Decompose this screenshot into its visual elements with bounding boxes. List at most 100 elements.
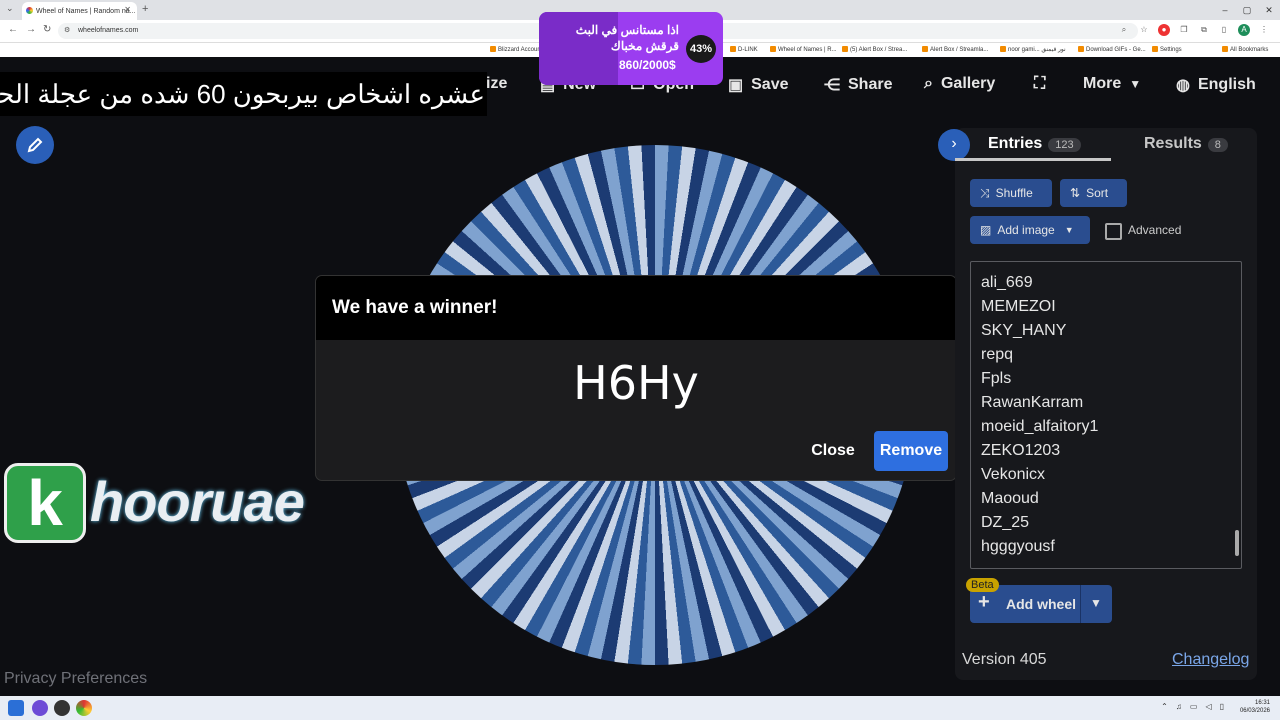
bookmark-item[interactable]: Wheel of Names | R... [770,46,837,53]
donation-percent-badge: 43% [686,35,716,63]
chevron-right-icon: › [951,135,957,152]
window-controls: – ▢ ✕ [1214,0,1280,20]
tab-results[interactable]: Results 8 [1144,135,1228,153]
new-tab-icon[interactable]: + [142,3,148,15]
customize-button[interactable]: ize [486,75,507,93]
bookmark-item[interactable]: D-LINK [730,46,758,53]
chevron-down-icon: ▼ [1129,77,1142,91]
chrome-icon[interactable] [76,700,92,716]
bookmark-item[interactable]: Download GIFs - Ge... [1078,46,1146,53]
save-button[interactable]: ▣ Save [728,75,789,95]
share-button[interactable]: ⋲ Share [824,75,892,95]
close-tab-icon[interactable]: ✕ [124,5,131,14]
battery-icon[interactable]: ▯ [1220,702,1224,711]
add-wheel-label: Add wheel [1006,596,1077,612]
back-icon[interactable]: ← [8,24,18,35]
close-window-icon[interactable]: ✕ [1258,0,1280,20]
donation-line1: اذا مستانس في البث [575,23,679,37]
winner-dialog: We have a winner! H6Hy Close Remove [316,276,956,480]
tab-entries[interactable]: Entries 123 [988,135,1081,153]
extension-red-icon[interactable]: ● [1158,24,1170,36]
stream-overlay-title: عشره اشخاص بيربحون 60 شده من عجلة الحظ [0,72,487,116]
clock-date: 06/03/2026 [1239,708,1270,714]
language-button[interactable]: ◍ English [1176,75,1256,95]
minimize-icon[interactable]: – [1214,0,1236,20]
maximize-icon[interactable]: ▢ [1236,0,1258,20]
image-icon: ▨ [980,223,992,237]
tab-title: Wheel of Names | Random na... [36,7,136,15]
reload-icon[interactable]: ↻ [43,24,51,35]
more-menu-button[interactable]: More ▼ [1083,75,1141,93]
list-item: Vekonicx [981,466,1046,483]
app-icon[interactable] [32,700,48,716]
list-item: moeid_alfaitory1 [981,418,1099,435]
profile-avatar-icon[interactable]: A [1238,24,1250,36]
bookmark-item[interactable]: Alert Box / Streamla... [922,46,988,53]
gallery-label: Gallery [940,75,996,92]
sort-button[interactable]: ⇅ Sort [1060,179,1127,207]
beta-badge: Beta [966,578,999,592]
bookmark-star-icon[interactable]: ☆ [1138,24,1150,36]
list-item: ali_669 [981,274,1033,291]
close-button[interactable]: Close [806,431,860,471]
list-item: Fpls [981,370,1012,387]
tab-list-icon[interactable]: ⌄ [6,3,14,14]
list-item: MEMEZOI [981,298,1056,315]
globe-icon: ◍ [1176,77,1190,94]
partial-entry [971,262,1241,271]
bookmark-item[interactable]: Settings [1152,46,1182,53]
edit-wheel-button[interactable] [16,126,54,164]
bookmark-item[interactable]: Blizzard Account [490,46,542,53]
system-tray: ⌃ ♫ ▭ ◁ ▯ [1161,702,1224,711]
windows-start-icon[interactable] [8,700,24,716]
chevron-up-icon[interactable]: ⌃ [1161,702,1168,711]
divider [1080,585,1081,623]
sidebar-icon[interactable]: ▯ [1218,24,1230,36]
url-text: wheelofnames.com [78,27,139,34]
site-info-icon[interactable]: ⚙ [64,23,70,39]
bookmark-item[interactable]: noor gami... نور قيمنق [1000,46,1066,53]
entries-scrollbar[interactable] [1235,530,1239,556]
version-label: Version 405 [962,651,1047,668]
microphone-icon[interactable]: ♫ [1176,702,1182,711]
remove-button[interactable]: Remove [874,431,948,471]
network-icon[interactable]: ▭ [1190,702,1198,711]
active-tab-indicator [955,158,1111,161]
winner-name: H6Hy [573,356,699,410]
donation-amount: 860/2000$ [619,58,676,72]
list-item: Maooud [981,490,1039,507]
bookmark-item[interactable]: All Bookmarks [1222,46,1268,53]
fullscreen-button[interactable]: ⛶ [1034,75,1045,93]
chevron-down-icon[interactable]: ▼ [1090,596,1102,610]
changelog-link[interactable]: Changelog [1172,651,1249,669]
extensions-icon[interactable]: ⧉ [1198,24,1210,36]
bookmark-item[interactable]: (5) Alert Box / Strea... [842,46,907,53]
zoom-icon[interactable]: ⌕ [1118,24,1130,36]
volume-icon[interactable]: ◁ [1205,702,1211,711]
logo-name: hooruae [90,470,305,533]
forward-icon[interactable]: → [26,24,36,35]
more-label: More [1083,75,1122,92]
advanced-checkbox[interactable] [1105,223,1122,240]
winner-dialog-title: We have a winner! [316,276,956,340]
menu-dots-icon[interactable]: ⋮ [1258,24,1270,36]
list-item: repq [981,346,1014,363]
entries-count-badge: 123 [1048,138,1081,152]
gallery-button[interactable]: ⌕ Gallery [924,75,995,93]
language-label: English [1197,76,1256,93]
obs-icon[interactable] [54,700,70,716]
privacy-preferences-link[interactable]: Privacy Preferences [4,670,147,688]
entries-textarea[interactable]: ali_669 MEMEZOI SKY_HANY repq Fpls Rawan… [970,261,1242,569]
channel-logo: k hooruae [4,463,342,543]
clock-time: 16:31 [1254,700,1270,706]
collapse-panel-button[interactable]: › [938,129,970,161]
windows-taskbar: ⌃ ♫ ▭ ◁ ▯ 16:31 06/03/2026 [0,696,1280,720]
add-image-label: Add image [997,223,1055,237]
add-image-button[interactable]: ▨ Add image ▼ [970,216,1090,244]
browser-tab[interactable]: Wheel of Names | Random na... ✕ [22,2,137,20]
results-count-badge: 8 [1207,138,1228,152]
shuffle-button[interactable]: ⤨ Shuffle [970,179,1052,207]
clock[interactable]: 16:31 06/03/2026 [1240,699,1270,715]
customize-label: ize [486,75,508,92]
extension-copy-icon[interactable]: ❐ [1178,24,1190,36]
